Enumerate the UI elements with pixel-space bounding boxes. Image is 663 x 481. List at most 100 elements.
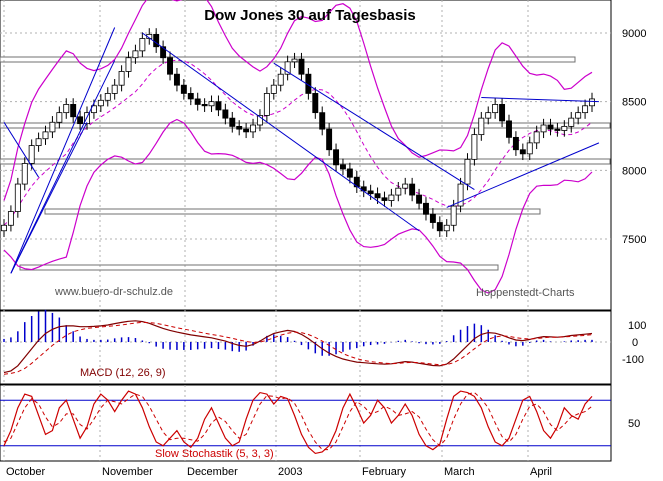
candle-up [561,125,568,131]
candle-up [208,101,215,107]
candle-down [499,104,506,122]
candle-up [568,117,575,127]
chart-title: Dow Jones 30 auf Tagesbasis [204,7,415,24]
candle-up [485,112,492,119]
candle-down [215,101,222,111]
x-axis-label: April [530,466,552,478]
candle-up [526,142,533,155]
candle-down [506,120,512,138]
candle-down [187,93,194,100]
macd-tick-label: -100 [622,354,644,366]
candle-down [333,149,340,166]
candle-up [139,38,146,52]
candle-up [63,104,70,114]
price-tick-label: 9000 [622,28,646,40]
candle-up [582,105,589,114]
candle-up [450,205,457,226]
x-axis-label: December [187,466,238,478]
candle-down [346,168,353,178]
y-axis-ticks: 9000 8500 8000 7500 100 0 -100 50 [622,28,646,430]
price-panel-frame [0,0,612,311]
candle-up [97,99,104,107]
x-axis-label: February [362,466,407,478]
candle-down [416,194,423,204]
candle-up [575,112,582,119]
price-tick-label: 8000 [622,165,646,177]
candle-up [250,124,256,133]
candle-up [118,71,125,86]
candle-down [201,104,208,107]
candle-up [263,93,270,116]
candle-down [180,84,187,94]
candle-up [395,187,402,196]
price-tick-label: 7500 [622,234,646,246]
candle-up [21,163,28,185]
candle-down [436,222,443,232]
candle-down [547,124,554,130]
candle-up [402,183,409,189]
macd-label: MACD (12, 26, 9) [80,367,166,379]
chart-canvas: 9000 8500 8000 7500 100 0 -100 50 October Novemb… [0,0,646,478]
candle-down [381,197,388,201]
candle-down [229,117,236,127]
candle-down [423,202,429,215]
candle-up [56,112,63,123]
candle-down [243,128,250,133]
candle-down [173,73,180,86]
x-axis-labels: October November December 2003 February March… [6,466,552,478]
candle-down [319,112,326,130]
candle-up [478,117,485,136]
candle-up [125,57,132,72]
candle-up [104,93,111,101]
candle-up [388,194,395,201]
candle-up [270,84,277,94]
candle-up [471,134,478,160]
candle-down [367,190,374,195]
watermark-right: Hoppenstedt-Charts [476,287,575,299]
candle-down [236,125,243,130]
candle-up [277,73,284,86]
stochastic-tick-label: 50 [628,418,640,430]
candle-up [132,50,139,59]
candle-up [540,124,547,133]
macd-tick-label: 0 [632,337,638,349]
candle-up [443,224,450,232]
x-axis-label: 2003 [278,466,302,478]
candle-down [312,93,319,114]
candle-down [153,33,160,48]
price-tick-label: 8500 [622,97,646,109]
candle-down [554,128,561,131]
macd-tick-label: 100 [628,320,646,332]
candle-down [70,104,77,118]
candle-up [7,211,14,226]
x-axis-label: November [102,466,153,478]
candle-down [374,193,381,199]
candle-down [340,164,346,170]
candle-up [42,131,49,140]
candle-down [326,128,333,151]
candle-up [291,58,298,63]
candle-up [492,104,499,114]
candle-down [194,98,201,105]
candle-down [222,109,229,119]
candle-down [519,149,526,155]
stochastic-label: Slow Stochastik (5, 3, 3) [155,448,274,460]
candle-down [409,183,416,196]
candle-down [512,136,519,151]
candle-up [35,138,42,147]
candle-up [533,131,540,144]
candle-up [111,84,118,94]
x-axis-label: March [444,466,475,478]
candle-up [14,183,21,212]
candle-up [1,224,7,232]
x-axis-label: October [6,466,45,478]
candle-up [28,145,35,164]
candle-down [77,116,84,125]
candle-up [589,98,595,107]
candle-down [429,213,436,223]
candle-down [167,57,173,75]
candle-up [464,158,471,185]
candle-down [298,58,305,75]
watermark-left: www.buero-dr-schulz.de [54,286,173,298]
candle-up [49,121,56,133]
